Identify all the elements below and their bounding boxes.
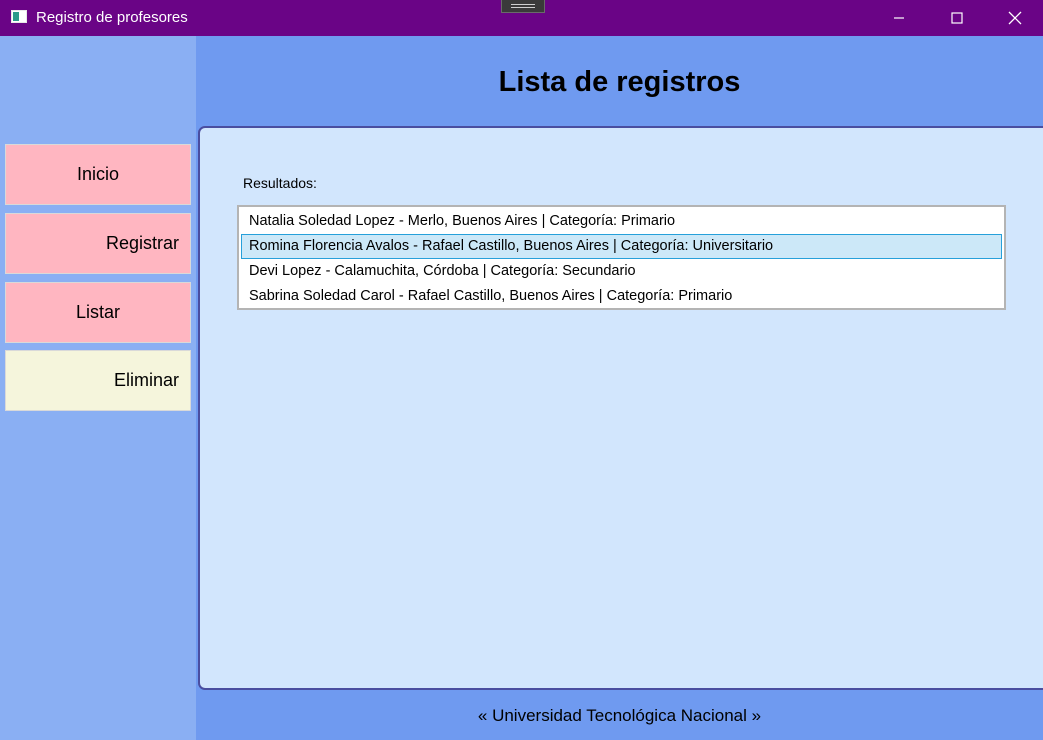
sidebar: Inicio Registrar Listar Eliminar xyxy=(0,36,196,740)
footer-text: « Universidad Tecnológica Nacional » xyxy=(477,706,762,725)
app-window: Registro de profesores Inicio Registrar … xyxy=(0,0,1043,740)
list-item[interactable]: Natalia Soledad Lopez - Merlo, Buenos Ai… xyxy=(241,209,1002,234)
maximize-icon xyxy=(951,12,963,24)
window-title: Registro de profesores xyxy=(36,9,188,26)
sidebar-item-label: Eliminar xyxy=(113,370,179,390)
list-item-selected[interactable]: Romina Florencia Avalos - Rafael Castill… xyxy=(241,234,1002,259)
sidebar-item-eliminar[interactable]: Eliminar xyxy=(5,350,191,411)
records-listbox[interactable]: Natalia Soledad Lopez - Merlo, Buenos Ai… xyxy=(237,205,1006,310)
list-item[interactable]: Devi Lopez - Calamuchita, Córdoba | Cate… xyxy=(241,259,1002,284)
sidebar-item-label: Inicio xyxy=(76,164,120,184)
close-icon xyxy=(1008,11,1022,25)
maximize-button[interactable] xyxy=(934,0,980,36)
sidebar-item-registrar[interactable]: Registrar xyxy=(5,213,191,274)
snap-layout-handle[interactable] xyxy=(501,0,545,13)
sidebar-item-label: Registrar xyxy=(105,233,179,253)
sidebar-item-listar[interactable]: Listar xyxy=(5,282,191,343)
app-window-icon xyxy=(11,10,27,23)
title-bar[interactable]: Registro de profesores xyxy=(0,0,1043,36)
page-title: Lista de registros xyxy=(498,66,741,98)
results-label: Resultados: xyxy=(243,175,317,191)
close-button[interactable] xyxy=(992,0,1038,36)
sidebar-item-inicio[interactable]: Inicio xyxy=(5,144,191,205)
list-item[interactable]: Sabrina Soledad Carol - Rafael Castillo,… xyxy=(241,284,1002,309)
minimize-icon xyxy=(894,17,904,19)
sidebar-item-label: Listar xyxy=(75,302,120,322)
minimize-button[interactable] xyxy=(876,0,922,36)
